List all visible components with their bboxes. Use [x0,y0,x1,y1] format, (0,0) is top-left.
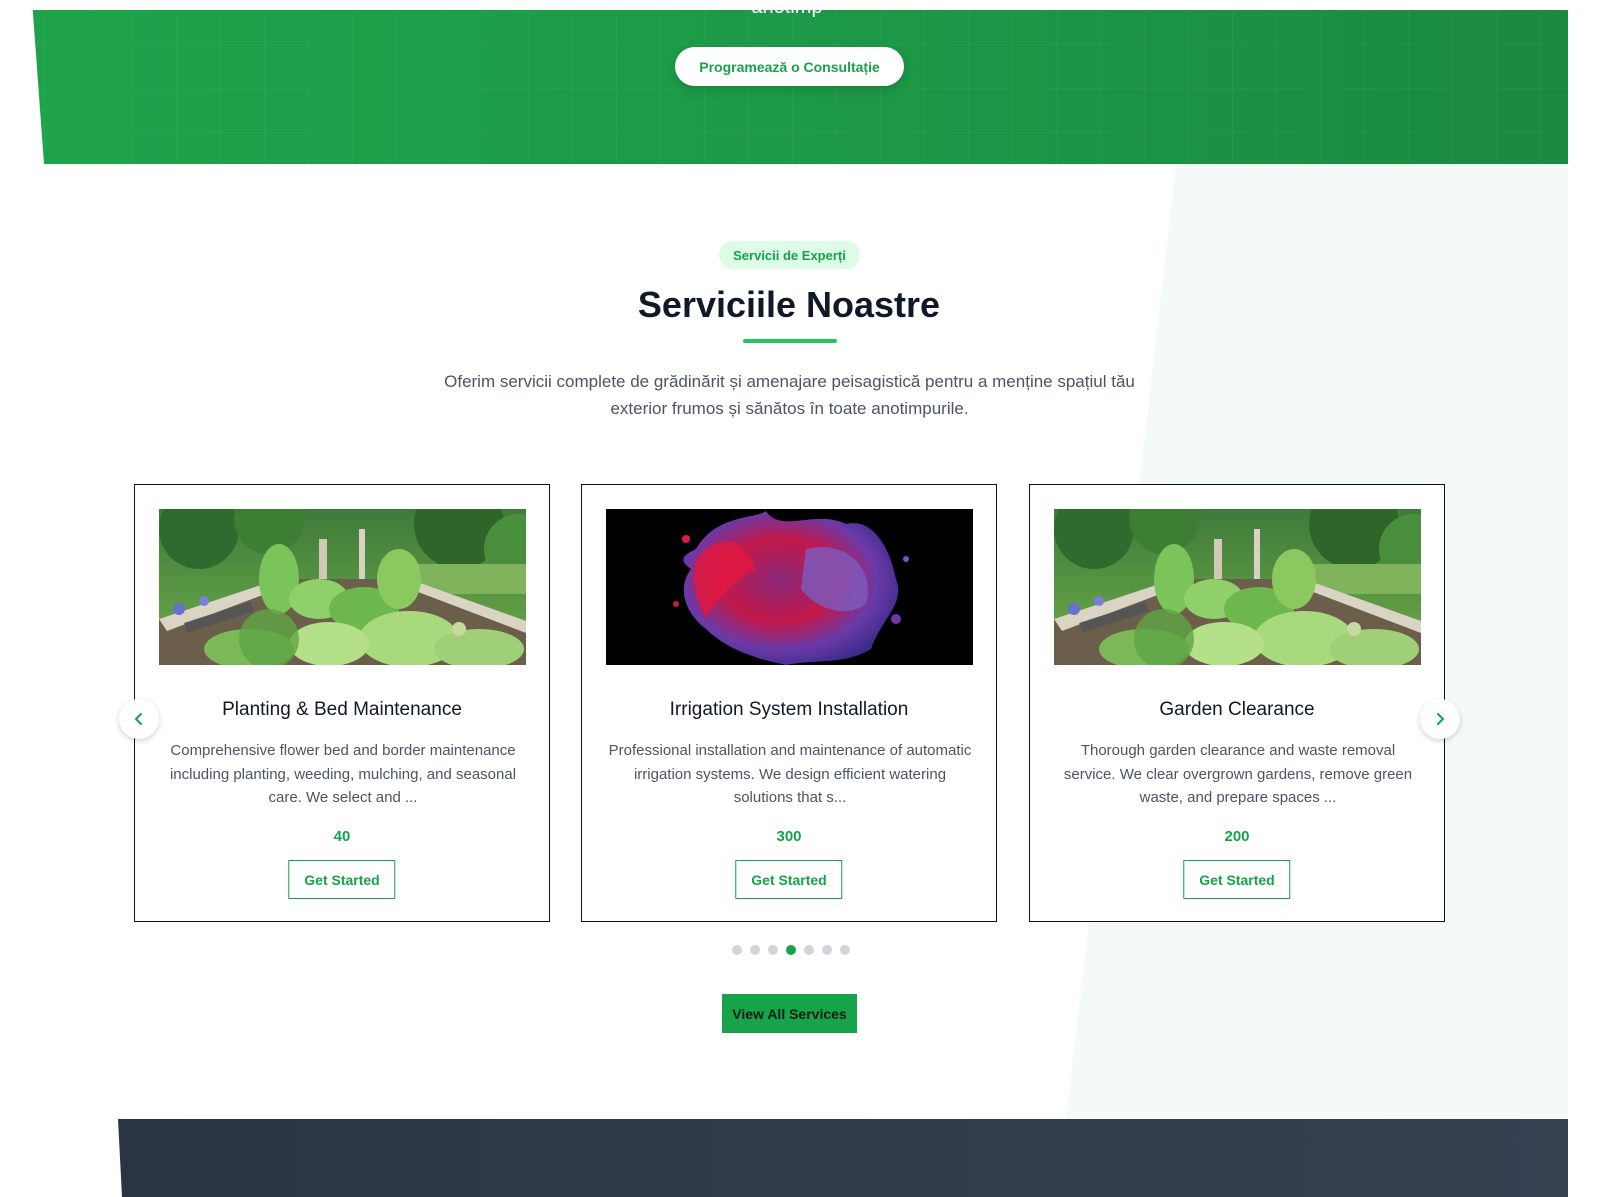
service-price: 40 [333,828,351,845]
services-section: Servicii de Experți Serviciile Noastre O… [0,164,1568,1119]
carousel-dot[interactable] [768,945,778,955]
get-started-button[interactable]: Get Started [735,860,843,899]
section-badge: Servicii de Experți [719,241,860,269]
carousel-dot[interactable] [732,945,742,955]
carousel-dot[interactable] [750,945,760,955]
title-underline [743,339,837,343]
page: anotimp Programează o Consultație Servic… [0,0,1568,1197]
chevron-right-icon [1437,713,1444,725]
service-title: Irrigation System Installation [669,699,909,720]
service-card: Planting & Bed Maintenance Comprehensive… [134,484,550,922]
footer-section [0,1119,1568,1197]
service-image-garden [159,509,526,665]
service-description: Comprehensive flower bed and border main… [169,742,517,806]
service-card: Garden Clearance Thorough garden clearan… [1029,484,1445,922]
carousel-dot[interactable] [804,945,814,955]
carousel-dot[interactable] [822,945,832,955]
section-title: Serviciile Noastre [637,284,941,325]
schedule-consultation-button[interactable]: Programează o Consultație [675,47,904,86]
service-description: Thorough garden clearance and waste remo… [1063,742,1413,806]
hero-section: anotimp Programează o Consultație [0,0,1568,164]
carousel-dot-active[interactable] [786,945,796,955]
service-card: Irrigation System Installation Professio… [581,484,997,922]
service-description: Professional installation and maintenanc… [608,742,972,806]
get-started-button[interactable]: Get Started [1183,860,1291,899]
view-all-services-button[interactable]: View All Services [722,994,857,1033]
service-price: 300 [776,828,802,845]
carousel-next-button[interactable] [1420,699,1460,739]
carousel-dot[interactable] [840,945,850,955]
footer-background [118,1119,1568,1197]
service-image-garden [1054,509,1421,665]
service-title: Planting & Bed Maintenance [222,699,462,720]
service-image-paint-splash [606,509,973,665]
hero-subtitle-fragment: anotimp [751,0,823,18]
carousel-pagination [732,945,850,955]
chevron-left-icon [135,713,142,725]
service-title: Garden Clearance [1159,699,1315,720]
carousel-prev-button[interactable] [119,699,159,739]
service-price: 200 [1224,828,1250,845]
get-started-button[interactable]: Get Started [288,860,396,899]
section-description: Oferim servicii complete de grădinărit ș… [444,372,1135,418]
